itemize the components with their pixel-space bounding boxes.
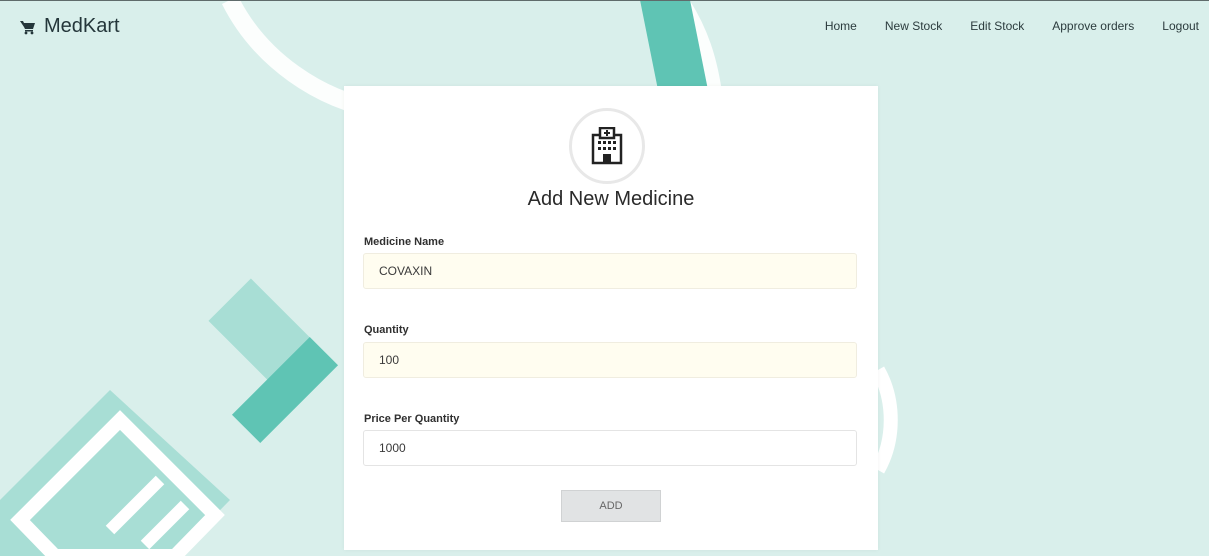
- form-logo: [569, 108, 645, 184]
- medicine-name-input[interactable]: [363, 253, 857, 289]
- cart-icon: [20, 20, 35, 34]
- brand-name: MedKart: [44, 15, 120, 37]
- add-button[interactable]: ADD: [561, 490, 661, 522]
- nav-approve-orders[interactable]: Approve orders: [1052, 19, 1134, 33]
- medicine-name-label: Medicine Name: [364, 236, 445, 248]
- top-navbar: MedKart Home New Stock Edit Stock Approv…: [0, 0, 1209, 49]
- add-medicine-form: Add New Medicine Medicine Name Quantity …: [344, 86, 878, 550]
- nav-new-stock[interactable]: New Stock: [885, 19, 942, 33]
- price-input[interactable]: [363, 430, 857, 466]
- quantity-input[interactable]: [363, 342, 857, 378]
- brand-logo[interactable]: MedKart: [20, 15, 120, 38]
- nav-edit-stock[interactable]: Edit Stock: [970, 19, 1024, 33]
- form-title: Add New Medicine: [527, 188, 695, 210]
- hospital-icon: [591, 127, 623, 165]
- nav-logout[interactable]: Logout: [1162, 19, 1199, 33]
- price-label: Price Per Quantity: [364, 413, 460, 425]
- nav-home[interactable]: Home: [825, 19, 857, 33]
- nav-menu: Home New Stock Edit Stock Approve orders…: [797, 19, 1199, 33]
- quantity-label: Quantity: [364, 324, 409, 336]
